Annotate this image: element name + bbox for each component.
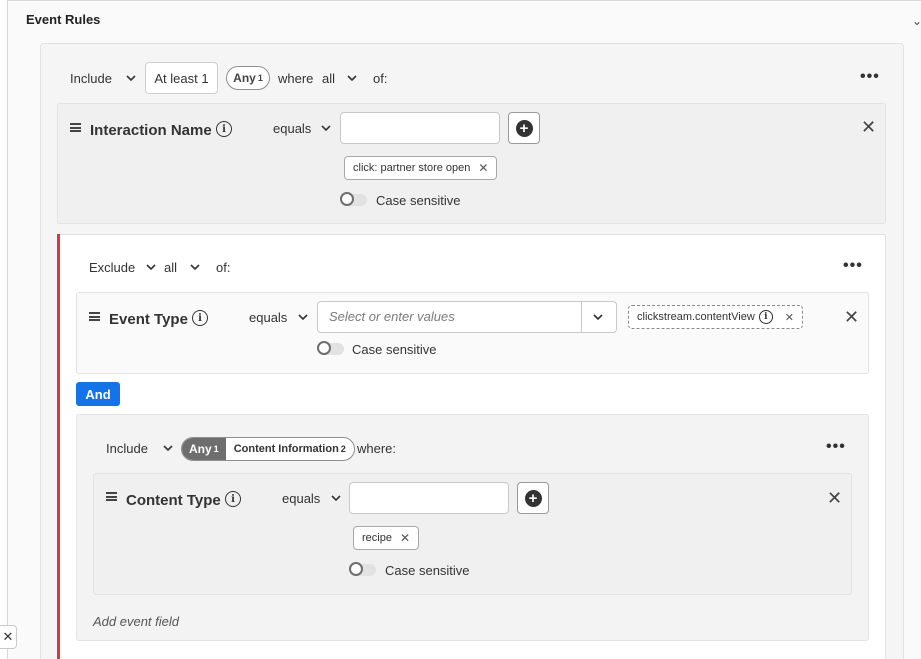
any-count: 1 bbox=[213, 444, 219, 454]
where-all-dropdown[interactable]: all bbox=[322, 71, 335, 86]
case-sensitive-toggle[interactable] bbox=[340, 192, 367, 206]
tag-label: recipe bbox=[362, 532, 392, 544]
value-input[interactable] bbox=[340, 112, 500, 144]
exclude-dropdown-label[interactable]: Exclude bbox=[89, 260, 135, 275]
object-label: Content Information bbox=[233, 443, 339, 455]
include-dropdown-label[interactable]: Include bbox=[70, 71, 112, 86]
chevron-down-icon[interactable] bbox=[189, 261, 201, 273]
chevron-down-icon[interactable] bbox=[592, 311, 604, 323]
field-name: Content Type bbox=[126, 492, 221, 509]
object-selector[interactable]: Any 1 Content Information 2 bbox=[181, 437, 355, 461]
info-icon[interactable]: i bbox=[758, 310, 773, 324]
where-label: where bbox=[278, 71, 314, 86]
chevron-down-icon[interactable] bbox=[125, 72, 137, 84]
chevron-down-icon[interactable] bbox=[346, 72, 358, 84]
field-name: Event Type bbox=[109, 311, 188, 328]
chevron-down-icon[interactable] bbox=[162, 442, 174, 454]
more-options-icon[interactable]: ••• bbox=[843, 257, 863, 275]
exclude-indicator bbox=[57, 234, 60, 659]
chevron-down-icon[interactable] bbox=[330, 492, 342, 504]
where-label: where: bbox=[357, 441, 397, 456]
field-name: Interaction Name bbox=[90, 122, 212, 139]
quantifier-button[interactable]: At least 1 bbox=[145, 62, 218, 94]
any-label: Any bbox=[233, 71, 256, 85]
close-icon[interactable]: ✕ bbox=[861, 117, 876, 138]
remove-tag-icon[interactable]: ✕ bbox=[785, 311, 794, 324]
more-options-icon[interactable]: ••• bbox=[860, 68, 880, 86]
value-input[interactable] bbox=[349, 482, 509, 514]
panel-title: Event Rules bbox=[26, 12, 101, 27]
close-icon[interactable]: ✕ bbox=[827, 488, 842, 509]
value-tag: clickstream.contentView i ✕ bbox=[628, 305, 803, 329]
of-label: of: bbox=[373, 71, 388, 86]
chevron-down-icon[interactable] bbox=[320, 122, 332, 134]
combobox-placeholder: Select or enter values bbox=[329, 309, 455, 324]
case-sensitive-label: Case sensitive bbox=[376, 193, 461, 208]
add-value-button[interactable]: + bbox=[508, 112, 540, 144]
value-tag: click: partner store open ✕ bbox=[344, 156, 498, 180]
object-segment[interactable]: Content Information 2 bbox=[226, 438, 354, 460]
chevron-down-icon[interactable] bbox=[145, 261, 157, 273]
any-pill[interactable]: Any 1 bbox=[226, 66, 270, 90]
remove-tag-icon[interactable]: ✕ bbox=[478, 161, 488, 175]
value-tag: recipe ✕ bbox=[353, 526, 420, 550]
operator-dropdown[interactable]: equals bbox=[273, 121, 311, 136]
where-all-dropdown[interactable]: all bbox=[164, 260, 177, 275]
info-icon[interactable]: i bbox=[216, 121, 232, 137]
add-event-field-link[interactable]: Add event field bbox=[93, 614, 179, 629]
tag-label: click: partner store open bbox=[353, 162, 471, 174]
tag-label: clickstream.contentView bbox=[637, 311, 755, 323]
and-button[interactable]: And bbox=[76, 382, 120, 406]
case-sensitive-toggle[interactable] bbox=[317, 341, 344, 355]
plus-circle-icon: + bbox=[524, 489, 542, 507]
close-icon[interactable]: ✕ bbox=[844, 307, 859, 328]
drag-handle-icon[interactable] bbox=[70, 123, 81, 132]
case-sensitive-label: Case sensitive bbox=[385, 563, 470, 578]
include-dropdown-label[interactable]: Include bbox=[106, 441, 148, 456]
add-value-button[interactable]: + bbox=[517, 482, 549, 514]
collapse-chevron-icon[interactable]: ⌄ bbox=[912, 14, 921, 28]
object-count: 2 bbox=[340, 444, 346, 454]
close-icon[interactable]: ✕ bbox=[0, 625, 17, 649]
case-sensitive-toggle[interactable] bbox=[349, 562, 376, 576]
of-label: of: bbox=[216, 260, 231, 275]
any-count: 1 bbox=[257, 73, 263, 83]
operator-dropdown[interactable]: equals bbox=[249, 310, 287, 325]
drag-handle-icon[interactable] bbox=[89, 312, 100, 321]
any-label: Any bbox=[189, 442, 212, 456]
operator-dropdown[interactable]: equals bbox=[282, 491, 320, 506]
more-options-icon[interactable]: ••• bbox=[826, 438, 846, 456]
case-sensitive-label: Case sensitive bbox=[352, 342, 437, 357]
remove-tag-icon[interactable]: ✕ bbox=[400, 531, 410, 545]
chevron-down-icon[interactable] bbox=[297, 311, 309, 323]
drag-handle-icon[interactable] bbox=[106, 492, 117, 501]
any-segment[interactable]: Any 1 bbox=[182, 438, 226, 460]
combobox-divider bbox=[581, 302, 582, 332]
info-icon[interactable]: i bbox=[192, 310, 208, 326]
plus-circle-icon: + bbox=[515, 119, 533, 137]
info-icon[interactable]: i bbox=[225, 491, 241, 507]
